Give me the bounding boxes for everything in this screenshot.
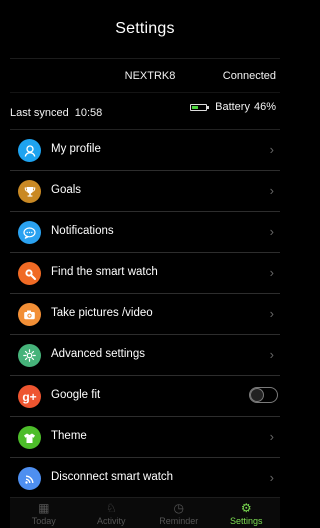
chevron-right-icon: › [269, 306, 274, 321]
menu-item-theme[interactable]: Theme › [10, 417, 280, 458]
last-synced-time: 10:58 [74, 107, 103, 119]
menu-label-disconnect-smart-watch: Disconnect smart watch [51, 471, 174, 483]
nav-label-today: Today [31, 516, 56, 526]
chat-icon [18, 221, 41, 244]
menu-label-take-pictures-video: Take pictures /video [51, 307, 153, 319]
settings-menu: My profile › Goals › Notifications › Fin… [10, 130, 280, 498]
connection-status: Connected [222, 70, 276, 82]
chevron-right-icon: › [269, 429, 274, 444]
nav-label-activity: Activity [96, 516, 126, 526]
wifi-icon [18, 467, 41, 490]
menu-item-advanced-settings[interactable]: Advanced settings › [10, 335, 280, 376]
menu-label-advanced-settings: Advanced settings [51, 348, 145, 360]
last-synced: Last synced 10:58 [10, 107, 102, 119]
menu-item-goals[interactable]: Goals › [10, 171, 280, 212]
chevron-right-icon: › [269, 347, 274, 362]
menu-item-my-profile[interactable]: My profile › [10, 130, 280, 171]
bottom-navigation: ▦ Today ♘ Activity ◷ Reminder ⚙ Settings [10, 497, 280, 528]
menu-item-find-smart-watch[interactable]: Find the smart watch › [10, 253, 280, 294]
chevron-right-icon: › [269, 470, 274, 485]
battery-percentage: 46% [253, 101, 276, 113]
menu-item-take-pictures-video[interactable]: Take pictures /video › [10, 294, 280, 335]
menu-item-notifications[interactable]: Notifications › [10, 212, 280, 253]
battery-status: Battery 46% [190, 101, 276, 113]
battery-icon [190, 103, 210, 111]
profile-icon [18, 139, 41, 162]
menu-label-my-profile: My profile [51, 143, 101, 155]
calendar-icon: ▦ [38, 501, 50, 515]
menu-item-google-fit[interactable]: g+ Google fit [10, 376, 280, 417]
google-fit-toggle[interactable] [249, 387, 278, 403]
menu-item-disconnect-smart-watch[interactable]: Disconnect smart watch › [10, 458, 280, 498]
sync-battery-row: Last synced 10:58 Battery 46% [10, 93, 280, 130]
chevron-right-icon: › [269, 183, 274, 198]
nav-item-reminder[interactable]: ◷ Reminder [145, 498, 213, 528]
gear-icon: ⚙ [240, 501, 252, 515]
nav-label-settings: Settings [229, 516, 263, 526]
menu-label-google-fit: Google fit [51, 389, 101, 401]
chevron-right-icon: › [269, 142, 274, 157]
google-plus-icon: g+ [18, 385, 41, 408]
device-status-row: NEXTRK8 Connected [10, 58, 280, 93]
chevron-right-icon: › [269, 265, 274, 280]
search-icon [18, 262, 41, 285]
nav-item-today[interactable]: ▦ Today [10, 498, 78, 528]
clock-icon: ◷ [173, 501, 184, 515]
gear-icon [18, 344, 41, 367]
shoe-icon: ♘ [105, 501, 117, 515]
menu-label-notifications: Notifications [51, 225, 114, 237]
nav-item-settings[interactable]: ⚙ Settings [213, 498, 281, 528]
battery-label: Battery [215, 101, 250, 113]
page-title: Settings [115, 20, 175, 37]
camera-icon [18, 303, 41, 326]
chevron-right-icon: › [269, 224, 274, 239]
battery-level-fill [192, 105, 199, 109]
trophy-icon [18, 180, 41, 203]
shirt-icon [18, 426, 41, 449]
nav-item-activity[interactable]: ♘ Activity [78, 498, 146, 528]
device-name: NEXTRK8 [124, 70, 176, 82]
menu-label-find-smart-watch: Find the smart watch [51, 266, 158, 278]
menu-label-goals: Goals [51, 184, 82, 196]
settings-screen: Settings NEXTRK8 Connected Last synced 10… [10, 0, 280, 528]
menu-label-theme: Theme [51, 430, 87, 442]
toggle-knob [250, 388, 264, 402]
nav-label-reminder: Reminder [159, 516, 199, 526]
last-synced-label: Last synced [10, 107, 69, 119]
app-header: Settings [10, 0, 280, 58]
